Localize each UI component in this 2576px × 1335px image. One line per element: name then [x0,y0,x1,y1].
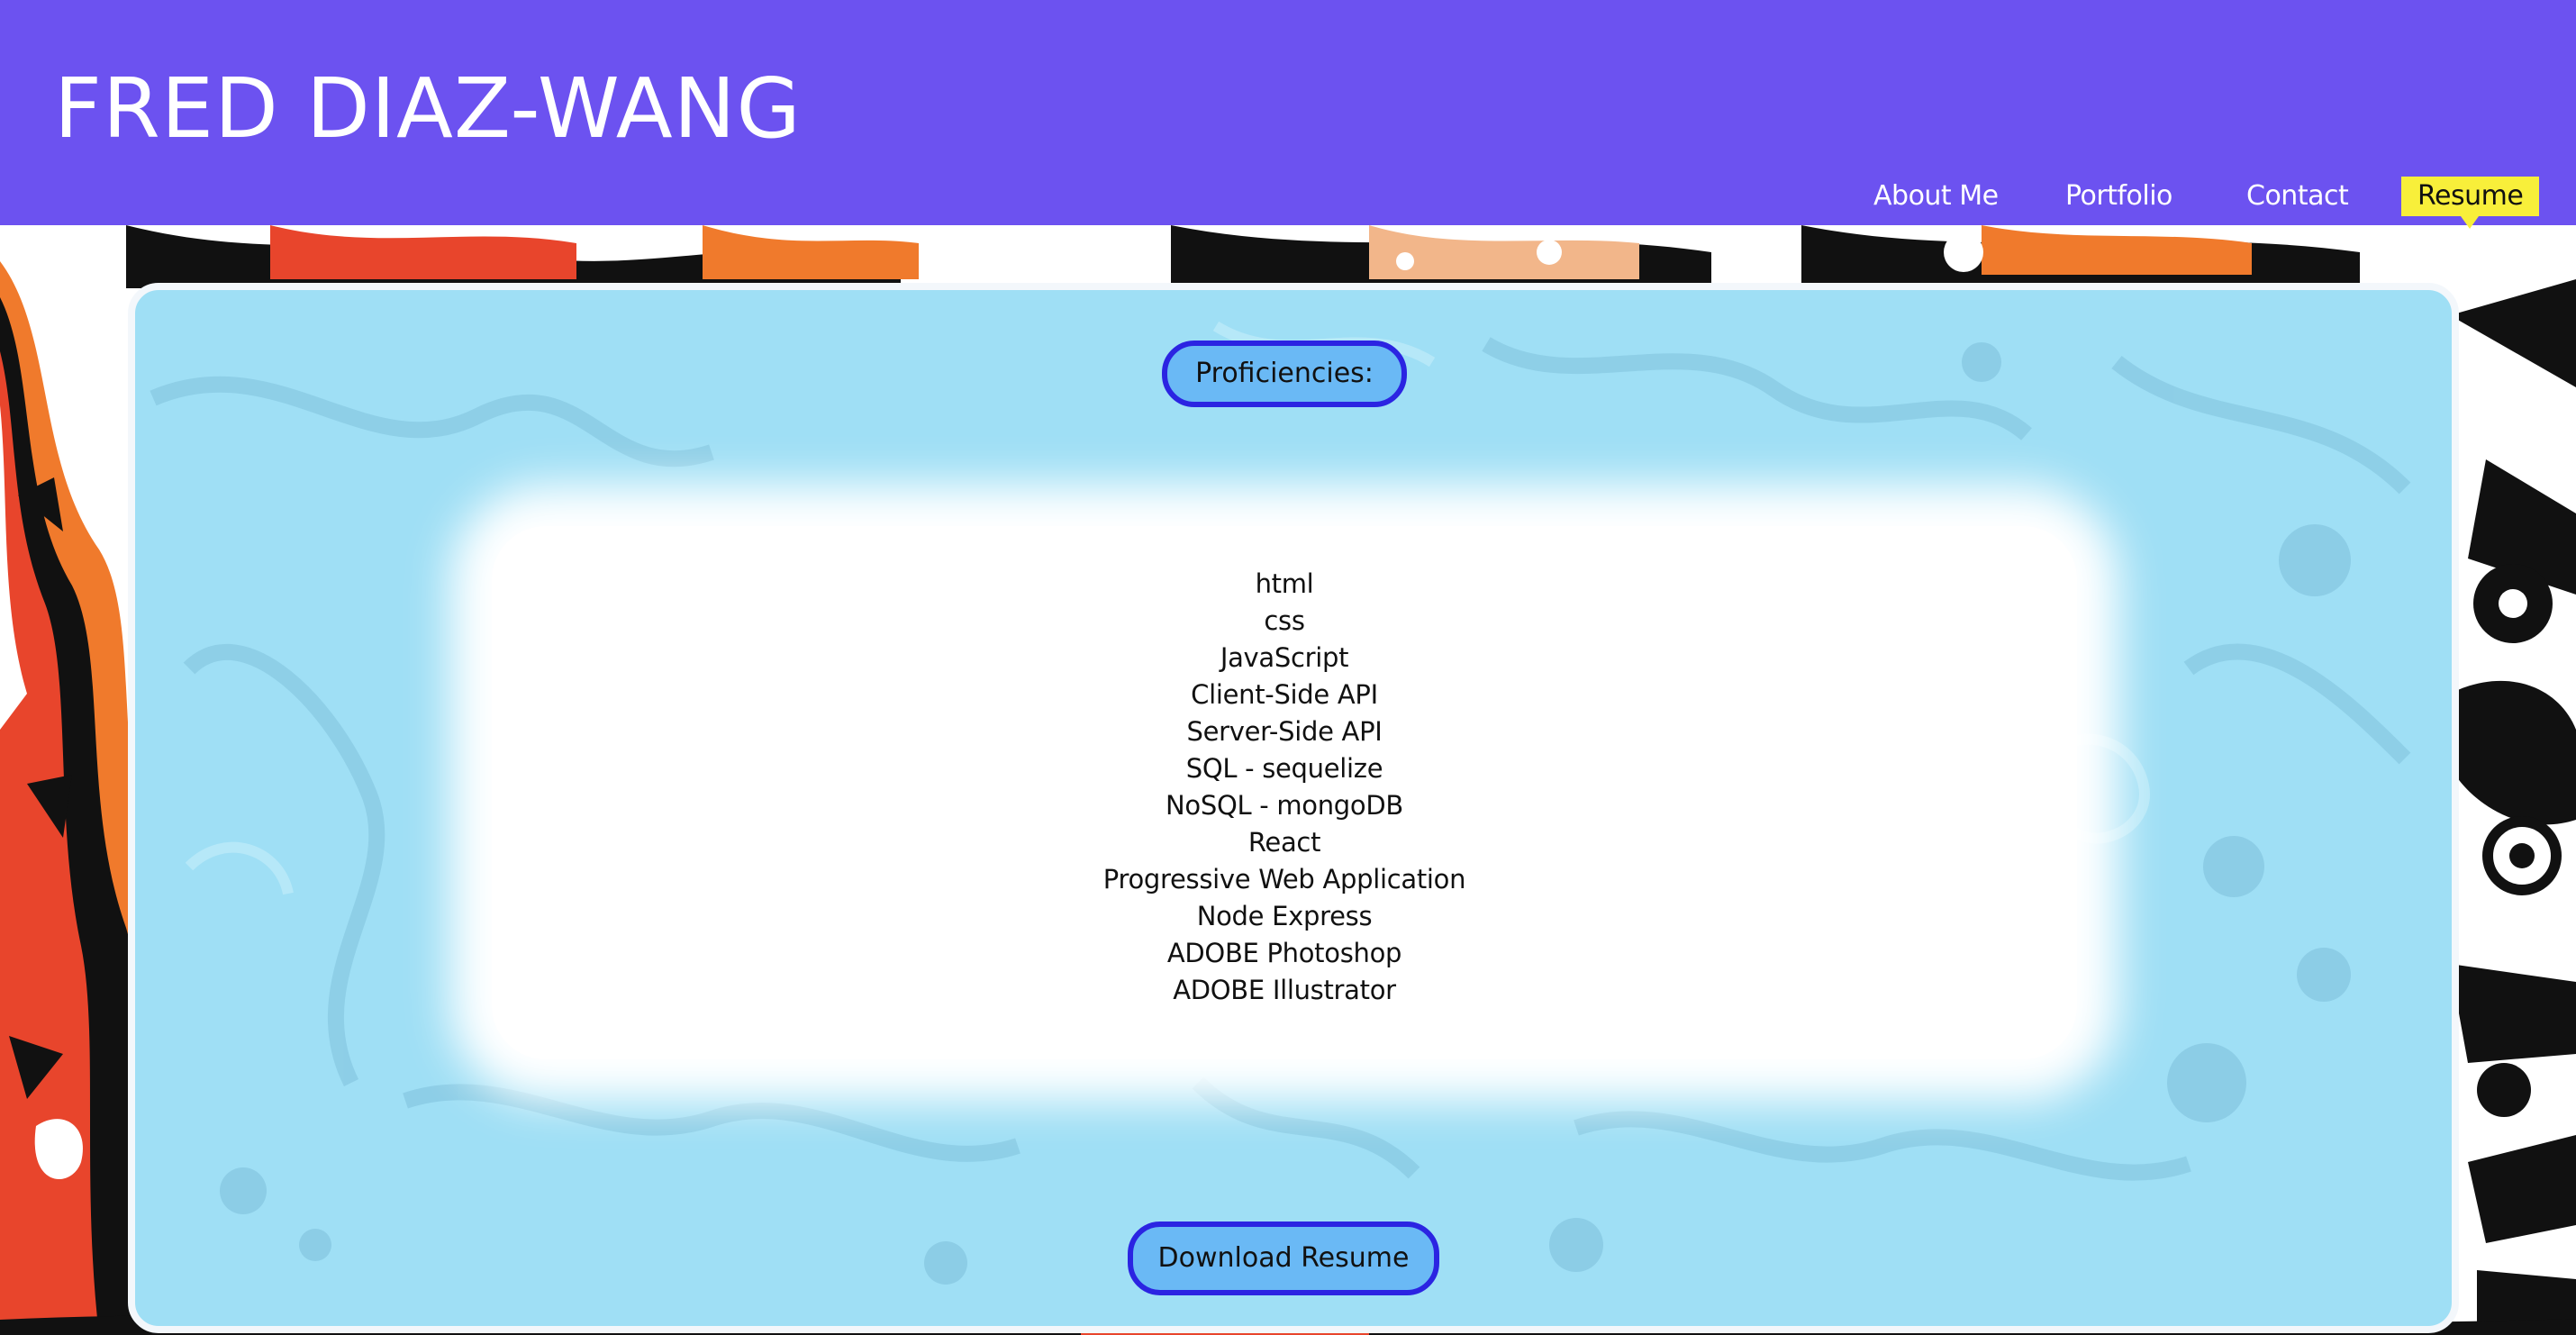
nav-contact[interactable]: Contact [2246,177,2349,216]
list-item: ADOBE Photoshop [1166,938,1402,968]
site-title: FRED DIAZ-WANG [54,60,802,157]
list-item: ADOBE Illustrator [1173,975,1396,1005]
proficiencies-list: html css JavaScript Client-Side API Serv… [492,566,2077,1009]
resume-card: Proficiencies: html css JavaScript Clien… [128,283,2459,1333]
list-item: Node Express [1196,901,1373,931]
site-header: FRED DIAZ-WANG About Me Portfolio Contac… [0,0,2576,229]
nav-portfolio[interactable]: Portfolio [2065,177,2172,216]
list-item: Server-Side API [1186,716,1383,747]
list-item: React [1247,827,1321,858]
list-item: Progressive Web Application [1102,864,1466,895]
list-item: css [1264,605,1305,636]
list-item: JavaScript [1220,642,1349,673]
proficiencies-panel: html css JavaScript Client-Side API Serv… [492,526,2077,1059]
nav-resume[interactable]: Resume [2401,177,2540,229]
list-item: Client-Side API [1191,679,1378,710]
nav-about-me[interactable]: About Me [1873,177,1999,216]
download-resume-button[interactable]: Download Resume [1128,1221,1439,1295]
list-item: html [1255,568,1314,599]
list-item: NoSQL - mongoDB [1166,790,1403,821]
proficiencies-heading: Proficiencies: [1162,341,1407,407]
list-item: SQL - sequelize [1185,753,1383,784]
